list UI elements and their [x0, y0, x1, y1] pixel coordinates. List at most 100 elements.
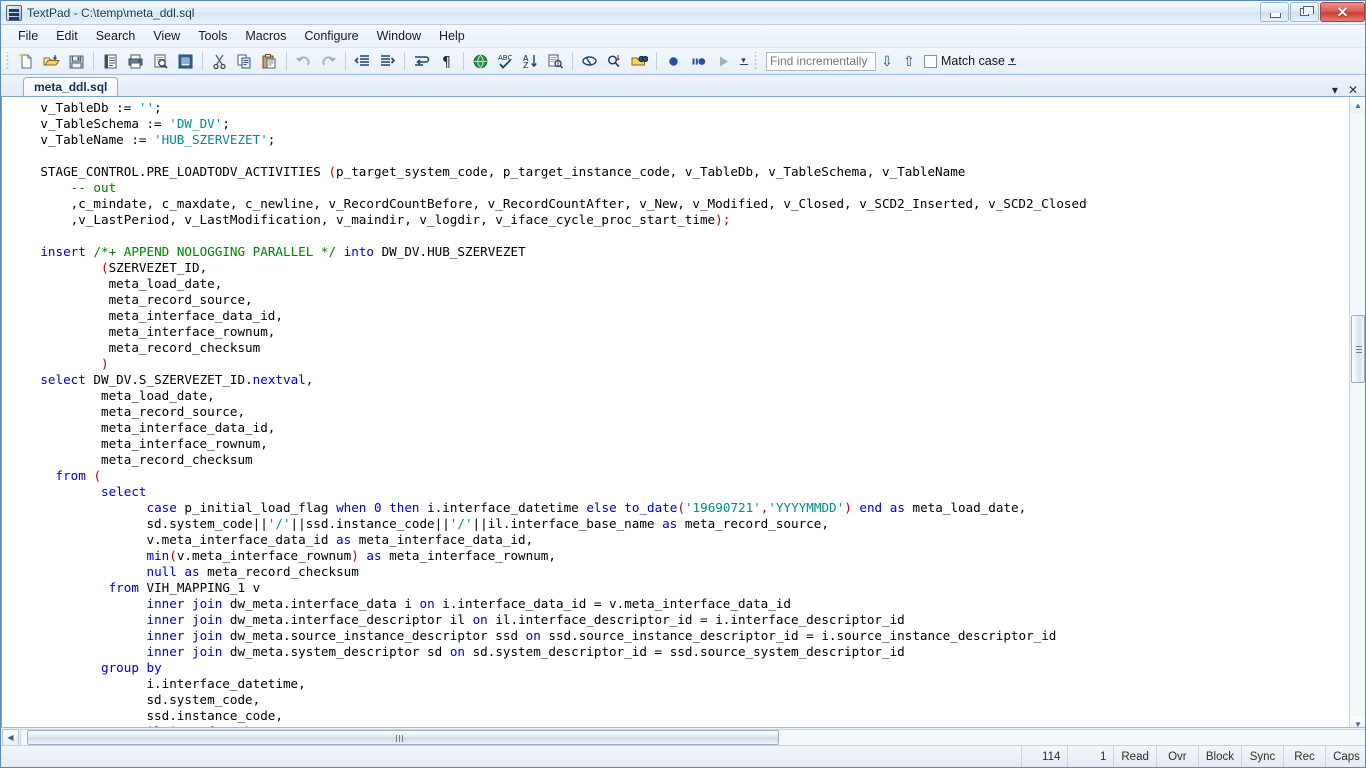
- paste-icon[interactable]: [258, 50, 281, 72]
- find-previous-icon[interactable]: ⇧: [898, 51, 920, 72]
- match-case-checkbox[interactable]: Match case: [924, 54, 1005, 68]
- code-line[interactable]: v_TableSchema := 'DW_DV';: [2, 116, 1087, 132]
- code-line[interactable]: meta_interface_data_id,: [2, 420, 1087, 436]
- document-properties-icon[interactable]: [99, 50, 122, 72]
- code-line[interactable]: meta_load_date,: [2, 388, 1087, 404]
- decrease-indent-icon[interactable]: [351, 50, 374, 72]
- find-bar-overflow-chevron[interactable]: ▾: [1007, 50, 1018, 72]
- menu-item-file[interactable]: File: [9, 26, 47, 46]
- save-disk-icon[interactable]: [65, 50, 88, 72]
- code-line[interactable]: select DW_DV.S_SZERVEZET_ID.nextval,: [2, 372, 1087, 388]
- code-line[interactable]: ): [2, 356, 1087, 372]
- code-line[interactable]: insert /*+ APPEND NOLOGGING PARALLEL */ …: [2, 244, 1087, 260]
- show-paragraph-marks-icon[interactable]: ¶: [435, 50, 458, 72]
- code-line[interactable]: from (: [2, 468, 1087, 484]
- new-document-icon[interactable]: [15, 50, 38, 72]
- code-line[interactable]: sd.system_code||'/'||ssd.instance_code||…: [2, 516, 1087, 532]
- status-sync-mode[interactable]: Sync: [1241, 746, 1283, 767]
- print-preview-icon[interactable]: [149, 50, 172, 72]
- code-editor[interactable]: v_TableDb := ''; v_TableSchema := 'DW_DV…: [1, 96, 1365, 733]
- menu-item-search[interactable]: Search: [87, 26, 145, 46]
- scroll-left-icon[interactable]: ◀: [2, 729, 19, 746]
- code-line[interactable]: min(v.meta_interface_rownum) as meta_int…: [2, 548, 1087, 564]
- horizontal-scrollbar-track[interactable]: [20, 729, 1365, 746]
- menu-item-configure[interactable]: Configure: [295, 26, 367, 46]
- copy-icon[interactable]: [233, 50, 256, 72]
- menu-item-tools[interactable]: Tools: [189, 26, 236, 46]
- code-line[interactable]: ,c_mindate, c_maxdate, c_newline, v_Reco…: [2, 196, 1087, 212]
- code-line[interactable]: meta_load_date,: [2, 276, 1087, 292]
- play-macro-icon[interactable]: [712, 50, 735, 72]
- code-line[interactable]: STAGE_CONTROL.PRE_LOADTODV_ACTIVITIES (p…: [2, 164, 1087, 180]
- code-line[interactable]: inner join dw_meta.system_descriptor sd …: [2, 644, 1087, 660]
- menu-item-window[interactable]: Window: [368, 26, 430, 46]
- code-line[interactable]: meta_interface_rownum,: [2, 324, 1087, 340]
- horizontal-scrollbar[interactable]: ◀: [1, 727, 1365, 747]
- code-line[interactable]: ssd.instance_code,: [2, 708, 1087, 724]
- code-line[interactable]: [2, 148, 1087, 164]
- match-case-box[interactable]: [924, 54, 937, 68]
- code-line[interactable]: from VIH_MAPPING_1 v: [2, 580, 1087, 596]
- find-next-icon[interactable]: ⇩: [876, 51, 898, 72]
- horizontal-scrollbar-thumb[interactable]: [27, 730, 779, 745]
- code-text[interactable]: v_TableDb := ''; v_TableSchema := 'DW_DV…: [2, 97, 1087, 732]
- code-line[interactable]: v_TableDb := '';: [2, 100, 1087, 116]
- minimize-button[interactable]: [1260, 2, 1289, 22]
- code-line[interactable]: meta_interface_rownum,: [2, 436, 1087, 452]
- toolbar-overflow-chevron[interactable]: ▾: [738, 50, 749, 72]
- open-folder-icon[interactable]: [40, 50, 63, 72]
- code-line[interactable]: null as meta_record_checksum: [2, 564, 1087, 580]
- code-line[interactable]: inner join dw_meta.interface_descriptor …: [2, 612, 1087, 628]
- code-line[interactable]: v.meta_interface_data_id as meta_interfa…: [2, 532, 1087, 548]
- tab-close-icon[interactable]: ✕: [1348, 84, 1358, 96]
- vertical-scrollbar-thumb[interactable]: [1351, 315, 1365, 383]
- print-icon[interactable]: [124, 50, 147, 72]
- code-line[interactable]: select: [2, 484, 1087, 500]
- scroll-up-icon[interactable]: ▲: [1350, 97, 1365, 113]
- code-line[interactable]: group by: [2, 660, 1087, 676]
- code-line[interactable]: meta_interface_data_id,: [2, 308, 1087, 324]
- code-line[interactable]: inner join dw_meta.source_instance_descr…: [2, 628, 1087, 644]
- menu-item-help[interactable]: Help: [430, 26, 474, 46]
- cut-scissors-icon[interactable]: [208, 50, 231, 72]
- page-setup-icon[interactable]: [174, 50, 197, 72]
- restore-button[interactable]: [1290, 2, 1319, 22]
- compare-files-icon[interactable]: [544, 50, 567, 72]
- increase-indent-icon[interactable]: [376, 50, 399, 72]
- sort-icon[interactable]: A Z: [519, 50, 542, 72]
- record-macro-icon[interactable]: [662, 50, 685, 72]
- find-in-files-icon[interactable]: [628, 50, 651, 72]
- tab-meta-ddl-sql[interactable]: meta_ddl.sql: [23, 77, 119, 96]
- word-wrap-icon[interactable]: [410, 50, 433, 72]
- undo-icon[interactable]: [292, 50, 315, 72]
- vertical-scrollbar[interactable]: ▲ ▼: [1349, 97, 1365, 732]
- web-browser-icon[interactable]: [469, 50, 492, 72]
- find-replace-icon[interactable]: [603, 50, 626, 72]
- code-line[interactable]: ,v_LastPeriod, v_LastModification, v_mai…: [2, 212, 1087, 228]
- code-line[interactable]: meta_record_checksum: [2, 452, 1087, 468]
- visible-spaces-icon[interactable]: [578, 50, 601, 72]
- pause-macro-icon[interactable]: [687, 50, 710, 72]
- spell-check-icon[interactable]: ABC: [494, 50, 517, 72]
- code-line[interactable]: i.interface_datetime,: [2, 676, 1087, 692]
- toolbar-grip[interactable]: [4, 51, 11, 71]
- menu-item-edit[interactable]: Edit: [47, 26, 87, 46]
- tab-list-dropdown-icon[interactable]: ▾: [1332, 84, 1338, 96]
- code-line[interactable]: [2, 228, 1087, 244]
- status-record-macro[interactable]: Rec: [1283, 746, 1325, 767]
- redo-icon[interactable]: [317, 50, 340, 72]
- menu-item-view[interactable]: View: [144, 26, 189, 46]
- code-line[interactable]: inner join dw_meta.interface_data i on i…: [2, 596, 1087, 612]
- code-line[interactable]: -- out: [2, 180, 1087, 196]
- close-button[interactable]: ✕: [1320, 2, 1365, 22]
- menu-item-macros[interactable]: Macros: [236, 26, 295, 46]
- find-bar-grip[interactable]: [752, 51, 759, 71]
- code-line[interactable]: (SZERVEZET_ID,: [2, 260, 1087, 276]
- code-line[interactable]: v_TableName := 'HUB_SZERVEZET';: [2, 132, 1087, 148]
- code-line[interactable]: meta_record_checksum: [2, 340, 1087, 356]
- code-line[interactable]: meta_record_source,: [2, 404, 1087, 420]
- status-overwrite-mode[interactable]: Ovr: [1155, 746, 1198, 767]
- status-read-mode[interactable]: Read: [1113, 746, 1156, 767]
- code-line[interactable]: sd.system_code,: [2, 692, 1087, 708]
- find-incrementally-input[interactable]: [766, 51, 876, 71]
